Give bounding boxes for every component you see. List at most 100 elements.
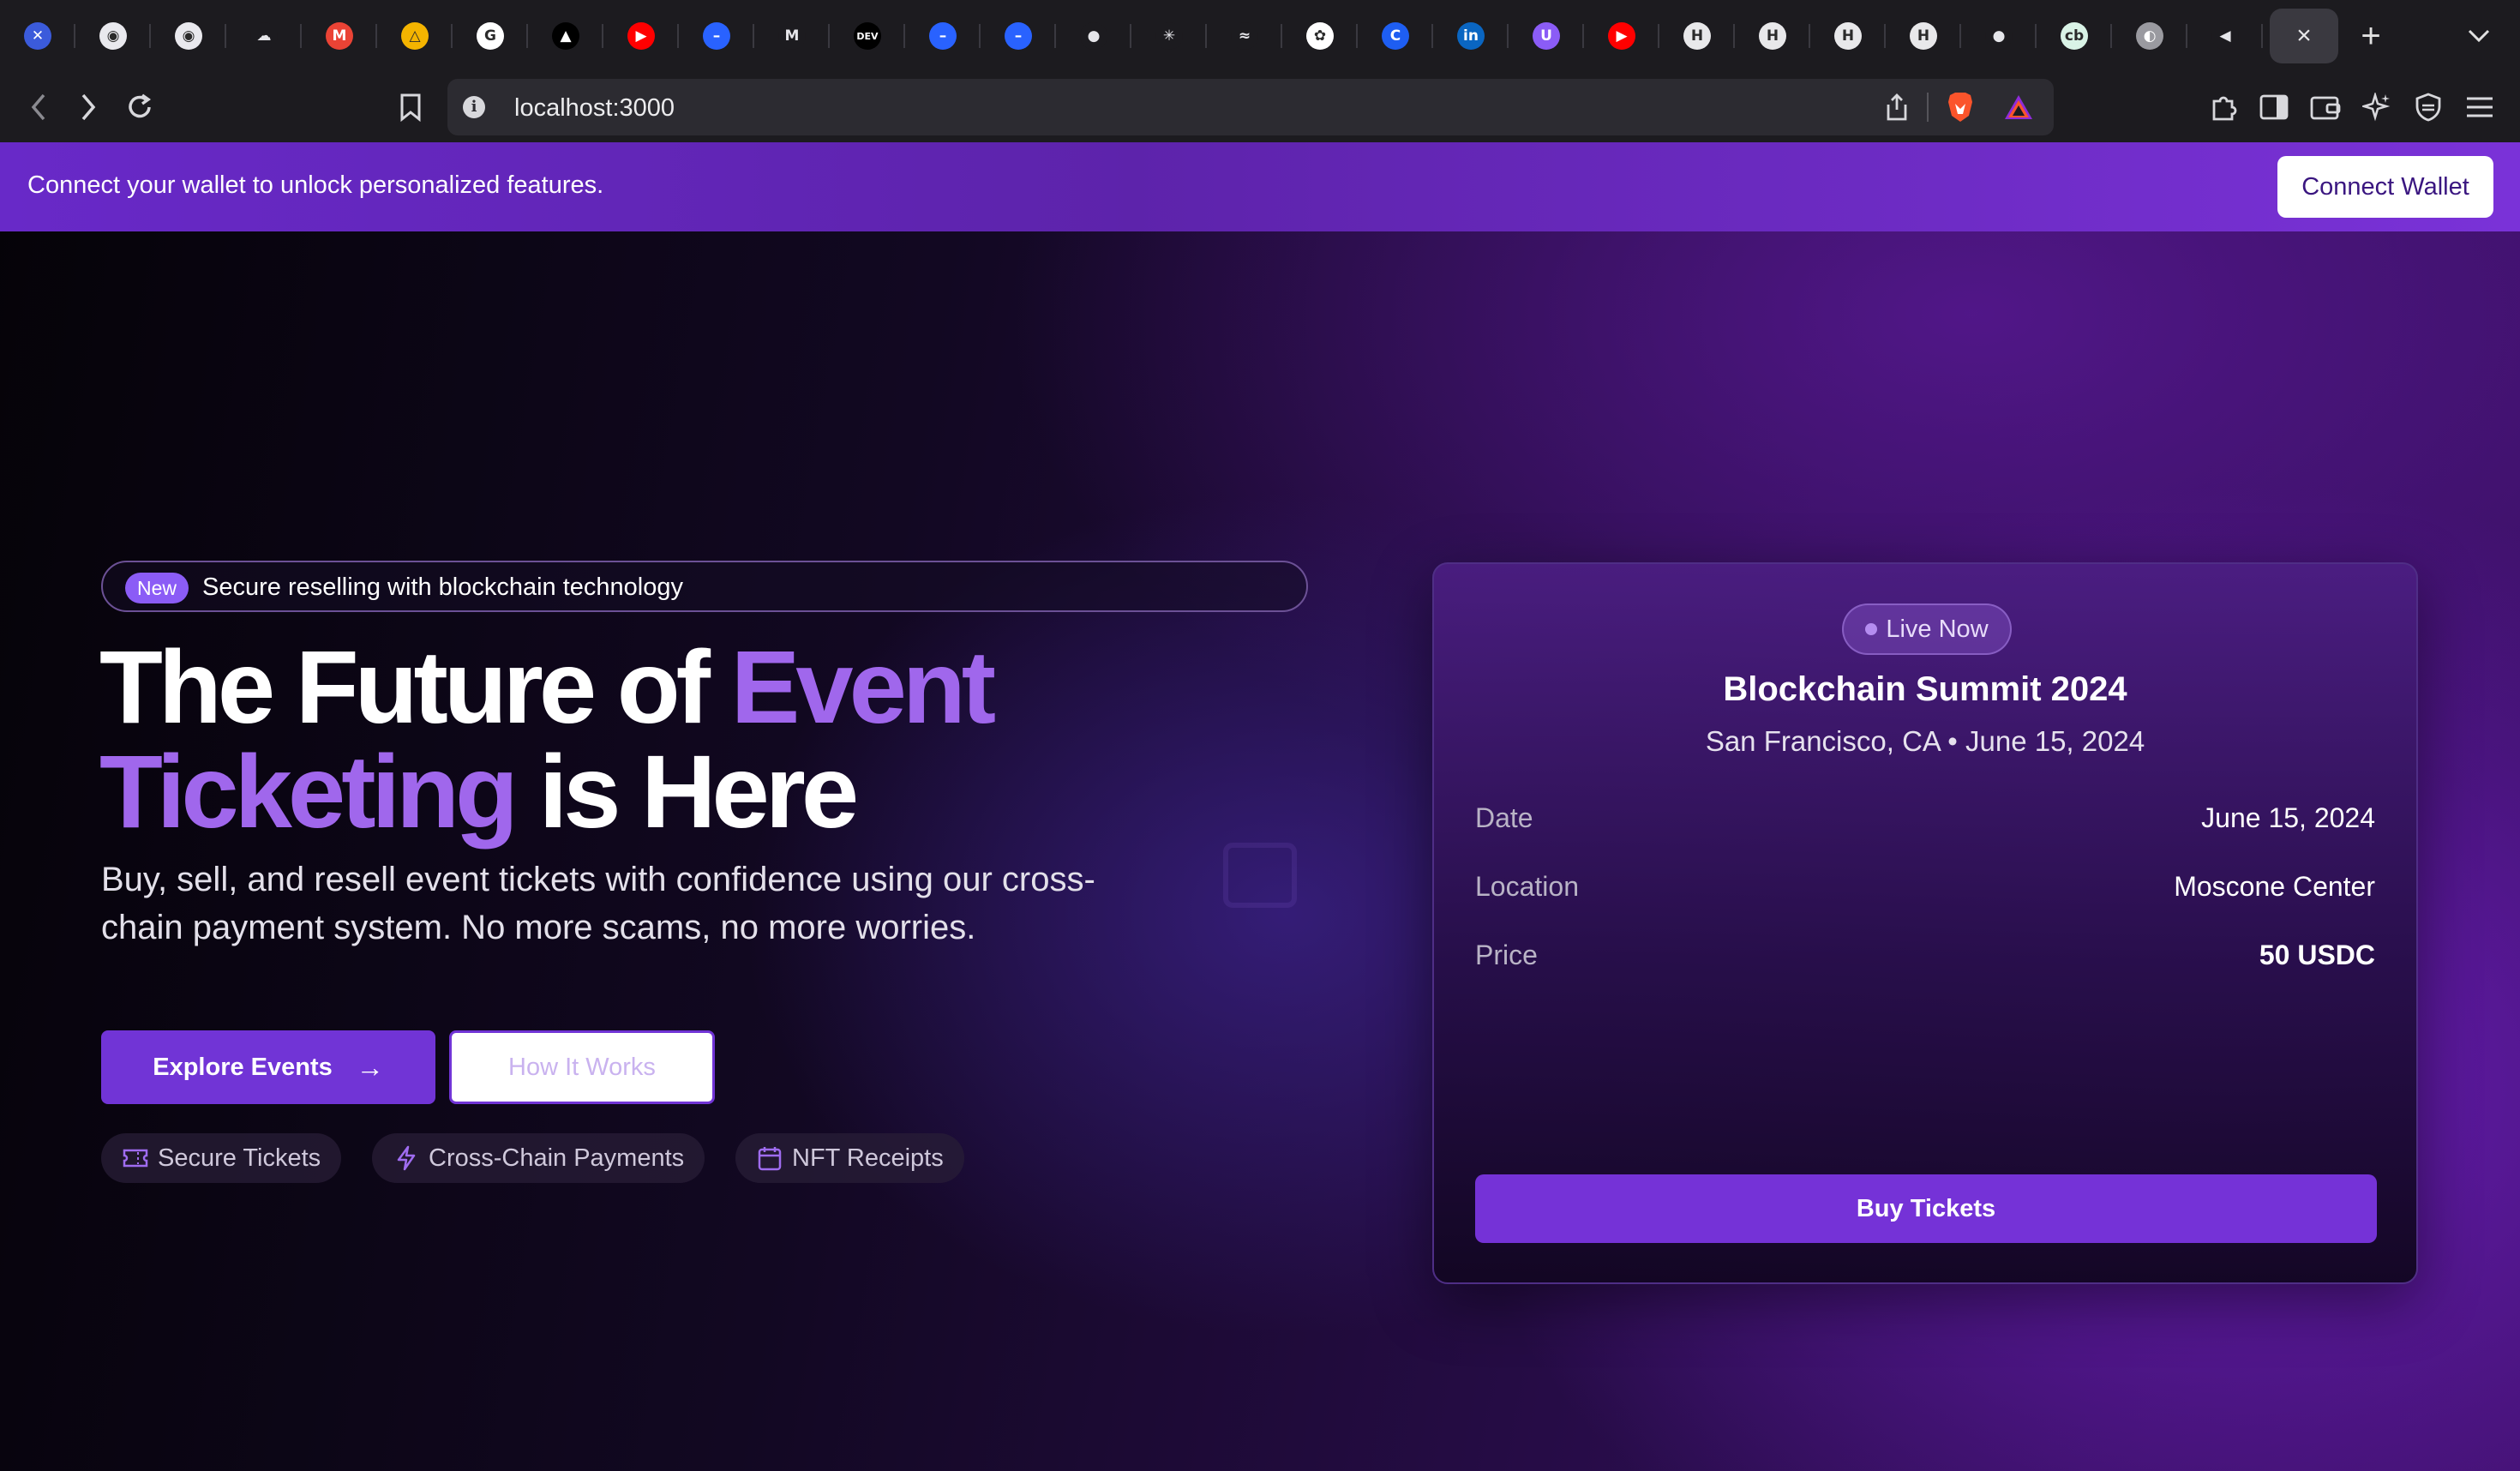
circle-face-icon: ◉	[175, 22, 202, 50]
browser-tab[interactable]: C	[1358, 0, 1433, 72]
explore-events-button[interactable]: Explore Events →	[101, 1030, 435, 1104]
cloud-icon: ☁	[250, 22, 278, 50]
new-tab-button[interactable]: +	[2345, 0, 2397, 72]
announcement-pill: New Secure reselling with blockchain tec…	[101, 561, 1308, 612]
chevron-down-icon	[2468, 29, 2490, 43]
brave-shields-button[interactable]	[1942, 89, 1978, 125]
browser-tab[interactable]: ☁	[226, 0, 302, 72]
feature-nft-receipts: NFT Receipts	[735, 1133, 964, 1183]
browser-tab[interactable]: ◉	[151, 0, 226, 72]
buy-tickets-button[interactable]: Buy Tickets	[1475, 1174, 2377, 1243]
browser-tab[interactable]: ▲	[528, 0, 603, 72]
date-value: June 15, 2024	[2201, 802, 2375, 833]
youtube-icon: ▶	[1608, 22, 1635, 50]
tailwind-icon: ≈	[1231, 22, 1258, 50]
browser-tab[interactable]: H	[1810, 0, 1886, 72]
wallet-button[interactable]	[2304, 86, 2347, 129]
live-dot-icon	[1865, 623, 1878, 635]
browser-tab[interactable]: ✿	[1282, 0, 1358, 72]
u-icon: U	[1533, 22, 1560, 50]
youtube-icon: ▶	[627, 22, 655, 50]
browser-tab[interactable]: U	[1509, 0, 1584, 72]
menu-button[interactable]	[2458, 86, 2501, 129]
browser-tab[interactable]: △	[377, 0, 453, 72]
browser-tab[interactable]: ✳	[1131, 0, 1207, 72]
browser-tab[interactable]: ✕	[0, 0, 75, 72]
wallet-icon	[2310, 96, 2341, 120]
browser-tab[interactable]: ◉	[75, 0, 151, 72]
event-card: Live Now Blockchain Summit 2024 San Fran…	[1432, 562, 2418, 1284]
browser-tab[interactable]: H	[1659, 0, 1735, 72]
how-it-works-button[interactable]: How It Works	[449, 1030, 715, 1104]
feature-cross-chain-payments: Cross-Chain Payments	[372, 1133, 705, 1183]
active-tab[interactable]: ×	[2270, 9, 2338, 63]
browser-tab[interactable]: cb	[2037, 0, 2112, 72]
globe-icon: ◐	[2136, 22, 2163, 50]
browser-tab[interactable]: ◀	[2187, 0, 2263, 72]
browser-tab[interactable]: ▶	[603, 0, 679, 72]
browser-tab[interactable]: in	[1433, 0, 1509, 72]
browser-tab[interactable]: –	[679, 0, 754, 72]
browser-tab[interactable]: ●	[1056, 0, 1131, 72]
browser-tab[interactable]: DEV	[830, 0, 905, 72]
sidebar-button[interactable]	[2253, 86, 2295, 129]
hamburger-menu-icon	[2467, 97, 2493, 117]
bookmark-button[interactable]	[389, 86, 432, 129]
share-button[interactable]	[1879, 89, 1915, 125]
browser-tab[interactable]: H	[1886, 0, 1961, 72]
url-text[interactable]: localhost:3000	[514, 94, 675, 123]
github-icon: ●	[1080, 22, 1107, 50]
c-icon: C	[1382, 22, 1409, 50]
browser-tab[interactable]: –	[981, 0, 1056, 72]
github-icon: ●	[1985, 22, 2013, 50]
tab-list: ✕ ◉ ◉ ☁ M △ G ▲ ▶ – M DEV – – ● ✳ ≈ ✿ Cin U ▶ H H H H ● cb ◐ ◀	[0, 0, 2263, 72]
live-now-badge: Live Now	[1842, 603, 2012, 655]
browser-tab[interactable]: ●	[1961, 0, 2037, 72]
connect-wallet-button[interactable]: Connect Wallet	[2277, 156, 2493, 218]
dev-icon: DEV	[854, 22, 881, 50]
live-now-label: Live Now	[1886, 615, 1989, 643]
h-doc-icon: H	[1683, 22, 1711, 50]
browser-tab[interactable]: ◐	[2112, 0, 2187, 72]
hero-subtitle: Buy, sell, and resell event tickets with…	[101, 861, 1095, 946]
google-icon: G	[477, 22, 504, 50]
forward-button[interactable]	[67, 86, 110, 129]
browser-tab[interactable]: ▶	[1584, 0, 1659, 72]
leo-ai-button[interactable]	[2355, 86, 2398, 129]
browser-tab[interactable]: –	[905, 0, 981, 72]
feature-label: Cross-Chain Payments	[429, 1144, 685, 1172]
tab-search-button[interactable]	[2458, 15, 2499, 57]
close-tab-icon[interactable]: ×	[2296, 21, 2312, 51]
new-badge: New	[125, 573, 189, 603]
sparkle-icon	[2362, 93, 2391, 122]
feature-secure-tickets: Secure Tickets	[101, 1133, 342, 1183]
browser-tab[interactable]: G	[453, 0, 528, 72]
h-doc-icon: H	[1834, 22, 1862, 50]
brave-rewards-button[interactable]	[2001, 89, 2037, 125]
browser-tab[interactable]: M	[302, 0, 377, 72]
browser-tab[interactable]: M	[754, 0, 830, 72]
openai-icon: ✿	[1306, 22, 1334, 50]
extensions-button[interactable]	[2203, 86, 2246, 129]
google-drive-icon: △	[401, 22, 429, 50]
address-bar[interactable]: i localhost:3000	[447, 79, 2054, 135]
circle-face-icon: ◉	[99, 22, 127, 50]
site-info-icon[interactable]: i	[463, 96, 485, 118]
h-doc-icon: H	[1910, 22, 1937, 50]
browser-tab[interactable]: ≈	[1207, 0, 1282, 72]
shield-icon	[2415, 93, 2441, 122]
h-doc-icon: H	[1759, 22, 1786, 50]
banner-message: Connect your wallet to unlock personaliz…	[27, 171, 604, 199]
vpn-button[interactable]	[2407, 86, 2450, 129]
omnibox-divider	[1927, 93, 1929, 122]
browser-tab-strip: ✕ ◉ ◉ ☁ M △ G ▲ ▶ – M DEV – – ● ✳ ≈ ✿ Cin U ▶ H H H H ● cb ◐ ◀ × +	[0, 0, 2520, 72]
sidebar-icon	[2259, 94, 2289, 120]
date-label: Date	[1475, 802, 1533, 833]
plus-icon: +	[2361, 16, 2381, 55]
announcement-text: Secure reselling with blockchain technol…	[202, 573, 683, 601]
reload-button[interactable]	[118, 86, 161, 129]
puzzle-icon	[2212, 96, 2237, 121]
back-button[interactable]	[17, 86, 60, 129]
calendar-icon	[756, 1144, 783, 1172]
browser-tab[interactable]: H	[1735, 0, 1810, 72]
